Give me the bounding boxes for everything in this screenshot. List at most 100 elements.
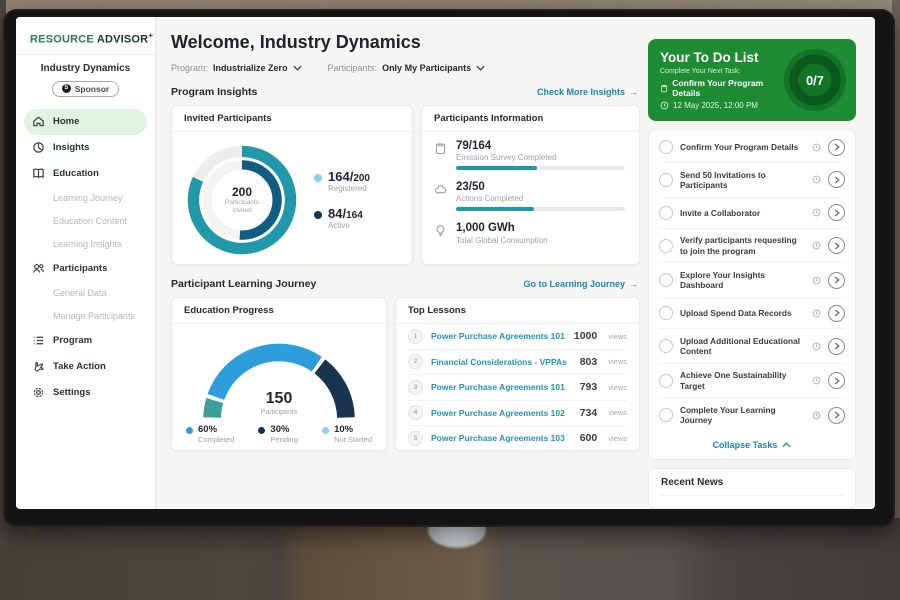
sidebar-item-learning-journey[interactable]: Learning Journey — [24, 187, 147, 210]
list-icon — [32, 334, 45, 347]
sponsor-icon: S — [62, 84, 71, 93]
arrow-right-icon: → — [629, 87, 638, 97]
app-logo: RESOURCE ADVISOR+ — [16, 17, 155, 54]
program-filter-label: Program: — [171, 63, 208, 73]
lesson-title-link[interactable]: Power Purchase Agreements 102 — [431, 408, 572, 418]
recent-news-card: Recent News — [648, 468, 856, 509]
task-label: Upload Spend Data Records — [680, 308, 805, 318]
task-row[interactable]: Explore Your Insights Dashboard — [659, 263, 845, 298]
gear-icon — [32, 386, 45, 399]
sidebar-item-settings[interactable]: Settings — [24, 380, 147, 406]
go-to-learning-journey-link[interactable]: Go to Learning Journey → — [523, 279, 638, 289]
metric-consumption: 1,000 GWh Total Global Consumption — [434, 222, 625, 248]
todo-next-due: 12 May 2025, 12:00 PM — [660, 101, 784, 110]
task-go-button[interactable] — [828, 305, 845, 322]
task-go-button[interactable] — [828, 139, 845, 156]
task-checkbox[interactable] — [659, 206, 673, 220]
lesson-title-link[interactable]: Power Purchase Agreements 103 — [431, 433, 572, 443]
insights-cards-row: Invited Participants — [171, 105, 640, 265]
lesson-row[interactable]: 4 Power Purchase Agreements 102 734 view… — [408, 401, 627, 427]
task-go-button[interactable] — [828, 237, 845, 254]
program-filter[interactable]: Program: Industrialize Zero — [171, 63, 302, 73]
task-label: Verify participants requesting to join t… — [680, 235, 805, 256]
lightbulb-icon — [434, 222, 447, 248]
task-go-button[interactable] — [828, 407, 845, 424]
task-label: Invite a Collaborator — [680, 208, 805, 218]
lesson-title-link[interactable]: Power Purchase Agreements 101 — [431, 382, 572, 392]
task-checkbox[interactable] — [659, 339, 673, 353]
task-row[interactable]: Achieve One Sustainability Target — [659, 364, 845, 399]
legend-dot — [314, 174, 322, 182]
check-more-insights-link[interactable]: Check More Insights → — [537, 87, 638, 97]
sidebar-item-label: Participants — [53, 263, 107, 274]
legend-pending: 30% Pending — [258, 424, 298, 444]
task-checkbox[interactable] — [659, 140, 673, 154]
photo-background: RESOURCE ADVISOR+ Industry Dynamics S Sp… — [0, 0, 900, 600]
sidebar-item-participants[interactable]: Participants — [24, 256, 147, 282]
program-filter-value: Industrialize Zero — [213, 63, 288, 73]
task-row[interactable]: Upload Spend Data Records — [659, 298, 845, 329]
sidebar-item-label: Education Content — [53, 216, 127, 226]
sidebar-item-education-content[interactable]: Education Content — [24, 210, 147, 233]
sidebar-item-take-action[interactable]: Take Action — [24, 354, 147, 380]
task-row[interactable]: Confirm Your Program Details — [659, 132, 845, 163]
top-lessons-card: Top Lessons 1 Power Purchase Agreements … — [395, 297, 640, 451]
task-checkbox[interactable] — [659, 374, 673, 388]
education-gauge-chart: 150 Participants — [186, 330, 372, 416]
lesson-row[interactable]: 5 Power Purchase Agreements 103 600 view… — [408, 426, 627, 451]
task-go-button[interactable] — [828, 372, 845, 389]
sidebar-item-home[interactable]: Home — [24, 109, 147, 135]
sidebar-item-education[interactable]: Education — [24, 161, 147, 187]
donut-chart-area: 200 Participants Invited 164/200 Registe… — [172, 132, 412, 262]
task-checkbox[interactable] — [659, 408, 673, 422]
participants-filter[interactable]: Participants: Only My Participants — [328, 63, 486, 73]
org-name: Industry Dynamics — [16, 63, 155, 74]
lesson-row[interactable]: 3 Power Purchase Agreements 101 793 view… — [408, 375, 627, 401]
task-checkbox[interactable] — [659, 306, 673, 320]
arrow-right-icon: → — [629, 279, 638, 289]
sponsor-badge: S Sponsor — [52, 81, 119, 97]
task-checkbox[interactable] — [659, 273, 673, 287]
lesson-title-link[interactable]: Financial Considerations - VPPAs — [431, 357, 572, 367]
sidebar-item-manage-participants[interactable]: Manage Participants — [24, 305, 147, 328]
lesson-views: 1000 — [574, 330, 597, 342]
dashboard-screen: RESOURCE ADVISOR+ Industry Dynamics S Sp… — [16, 17, 875, 509]
lesson-views: 600 — [580, 432, 598, 444]
task-go-button[interactable] — [828, 338, 845, 355]
task-row[interactable]: Send 50 Invitations to Participants — [659, 163, 845, 198]
task-checkbox[interactable] — [659, 173, 673, 187]
lessons-list: 1 Power Purchase Agreements 101 1000 vie… — [396, 324, 639, 451]
todo-panel: Your To Do List Complete Your Next Task:… — [648, 17, 856, 509]
task-label: Complete Your Learning Journey — [680, 405, 805, 426]
todo-subtitle: Complete Your Next Task: — [660, 68, 784, 75]
clock-icon — [812, 175, 821, 184]
task-row[interactable]: Invite a Collaborator — [659, 198, 845, 229]
progress-fill — [456, 207, 534, 211]
lesson-row[interactable]: 1 Power Purchase Agreements 101 1000 vie… — [408, 324, 627, 350]
sidebar-item-insights[interactable]: Insights — [24, 135, 147, 161]
todo-tasks-card: Confirm Your Program Details Send 50 Inv… — [648, 129, 856, 460]
collapse-tasks-link[interactable]: Collapse Tasks — [659, 432, 845, 457]
sidebar-item-program[interactable]: Program — [24, 328, 147, 354]
sidebar-item-label: Learning Insights — [53, 239, 122, 249]
task-row[interactable]: Verify participants requesting to join t… — [659, 229, 845, 264]
task-row[interactable]: Complete Your Learning Journey — [659, 399, 845, 433]
lesson-views-label: views — [608, 434, 627, 443]
lesson-title-link[interactable]: Power Purchase Agreements 101 — [431, 331, 566, 341]
metric-value: 23/50 — [456, 181, 625, 194]
lesson-views-label: views — [608, 357, 627, 366]
lesson-rank: 4 — [408, 405, 423, 420]
task-row[interactable]: Upload Additional Educational Content — [659, 329, 845, 364]
task-checkbox[interactable] — [659, 239, 673, 253]
lesson-row[interactable]: 2 Financial Considerations - VPPAs 803 v… — [408, 350, 627, 376]
task-go-button[interactable] — [828, 204, 845, 221]
hand-icon — [32, 360, 45, 373]
task-go-button[interactable] — [828, 171, 845, 188]
legend-completed: 60% Completed — [186, 424, 234, 444]
clock-icon — [812, 276, 821, 285]
sidebar-item-learning-insights[interactable]: Learning Insights — [24, 233, 147, 256]
sidebar-item-general-data[interactable]: General Data — [24, 282, 147, 305]
metric-value: 1,000 GWh — [456, 222, 625, 235]
task-go-button[interactable] — [828, 272, 845, 289]
sidebar: RESOURCE ADVISOR+ Industry Dynamics S Sp… — [16, 17, 156, 509]
